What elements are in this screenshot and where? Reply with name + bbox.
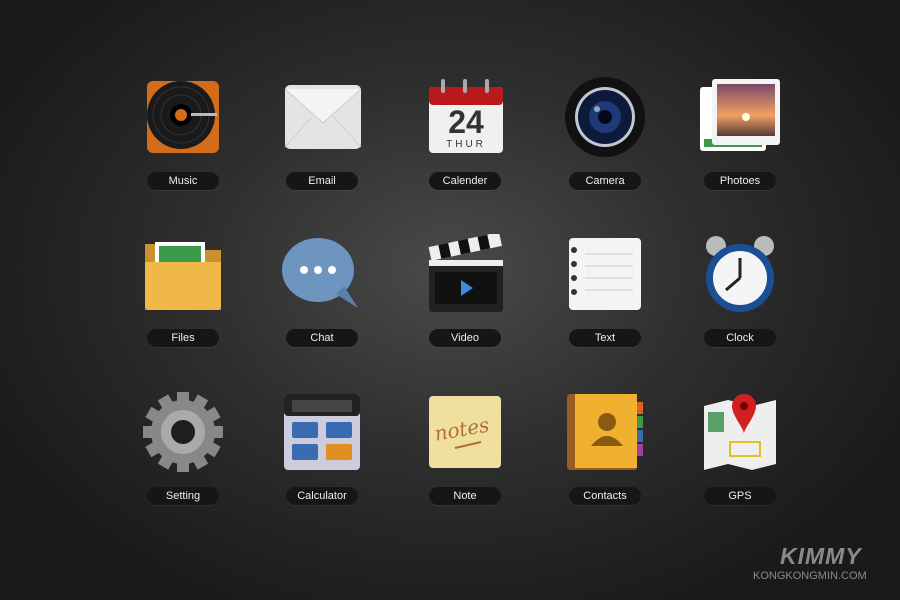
music-icon[interactable] (143, 77, 223, 157)
calendar-icon[interactable]: 24 THUR (425, 77, 505, 157)
calculator-icon[interactable] (282, 392, 362, 472)
watermark-brand: KIMMY (780, 543, 862, 569)
video-icon[interactable] (425, 232, 505, 314)
app-note[interactable]: notes Note (405, 392, 525, 522)
app-label: Video (429, 329, 501, 347)
app-label: Calculator (286, 487, 358, 505)
email-icon[interactable] (282, 77, 362, 157)
app-label: Contacts (569, 487, 641, 505)
app-chat[interactable]: Chat (262, 234, 382, 364)
app-music[interactable]: Music (123, 77, 243, 207)
calendar-weekday: THUR (446, 139, 486, 150)
app-label: Setting (147, 487, 219, 505)
app-contacts[interactable]: Contacts (545, 392, 665, 522)
app-label: Music (147, 172, 219, 190)
text-icon[interactable] (565, 234, 645, 314)
note-icon[interactable]: notes (425, 392, 505, 472)
watermark-site: KONGKONGMIN.COM (753, 570, 867, 582)
app-label: Text (569, 329, 641, 347)
app-label: Note (429, 487, 501, 505)
app-label: Clock (704, 329, 776, 347)
app-text[interactable]: Text (545, 234, 665, 364)
photos-icon[interactable] (700, 77, 780, 157)
gear-icon[interactable] (143, 392, 223, 472)
clock-icon[interactable] (700, 234, 780, 314)
app-label: Photoes (704, 172, 776, 190)
app-label: Email (286, 172, 358, 190)
app-gps[interactable]: GPS (680, 392, 800, 522)
map-pin-icon[interactable] (700, 392, 780, 472)
app-clock[interactable]: Clock (680, 234, 800, 364)
camera-icon[interactable] (565, 77, 645, 157)
app-camera[interactable]: Camera (545, 77, 665, 207)
app-label: GPS (704, 487, 776, 505)
app-label: Calender (429, 172, 501, 190)
app-label: Files (147, 329, 219, 347)
chat-icon[interactable] (282, 234, 362, 314)
app-video[interactable]: Video (405, 232, 525, 364)
app-label: Chat (286, 329, 358, 347)
app-calender[interactable]: 24 THUR Calender (405, 77, 525, 207)
folder-icon[interactable] (143, 234, 223, 314)
app-setting[interactable]: Setting (123, 392, 243, 522)
app-label: Camera (569, 172, 641, 190)
app-files[interactable]: Files (123, 234, 243, 364)
calendar-day: 24 (448, 104, 484, 140)
contacts-icon[interactable] (565, 392, 645, 472)
app-photoes[interactable]: Photoes (680, 77, 800, 207)
app-email[interactable]: Email (262, 77, 382, 207)
app-calculator[interactable]: Calculator (262, 392, 382, 522)
